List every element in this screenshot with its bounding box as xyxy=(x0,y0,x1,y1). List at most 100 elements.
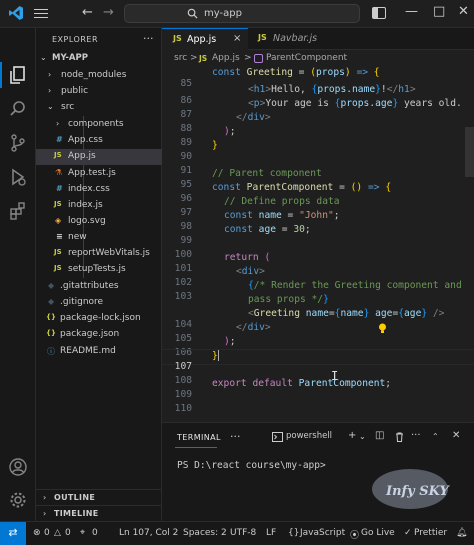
code-editor[interactable]: 85 const Greeting = (props) => { 86 <h1>… xyxy=(162,67,474,422)
run-debug-icon[interactable] xyxy=(8,167,28,187)
close-panel-icon[interactable]: ✕ xyxy=(452,430,460,441)
trash-icon[interactable] xyxy=(395,432,404,442)
tree-item-gitattributes[interactable]: ◆ .gitattributes xyxy=(36,279,162,295)
shell-label[interactable]: powershell xyxy=(286,431,332,441)
chevron-down-icon: ⌄ xyxy=(47,102,54,111)
tree-item-new[interactable]: ≡ new xyxy=(36,230,162,246)
chevron-up-icon[interactable]: ⌃ xyxy=(432,432,439,441)
close-window-icon[interactable]: ✕ xyxy=(458,4,469,19)
breadcrumb-item[interactable]: App.js xyxy=(212,53,240,63)
code-line: const name = "John"; xyxy=(224,210,340,221)
error-icon: ⊗ xyxy=(33,528,41,538)
warning-count[interactable]: 0 xyxy=(65,528,71,538)
chevron-right-icon: › xyxy=(43,493,47,502)
bell-icon[interactable]: 🔔︎ xyxy=(456,528,467,538)
code-line: <div> xyxy=(236,266,265,277)
tab-app-js[interactable]: JS App.js × xyxy=(162,28,248,50)
chevron-right-icon: › xyxy=(48,86,52,95)
tree-item-index-js[interactable]: JS index.js xyxy=(36,198,162,214)
arrow-right-icon[interactable]: → xyxy=(103,5,114,20)
tree-root[interactable]: ⌄ MY-APP xyxy=(36,51,162,67)
tree-item-package-json[interactable]: {} package.json xyxy=(36,327,162,343)
menu-icon[interactable] xyxy=(34,6,48,20)
more-actions-icon[interactable]: ··· xyxy=(411,430,421,441)
tab-navbar-js[interactable]: JS Navbar.js xyxy=(248,28,336,50)
status-bar: ⇄ ⊗ 0 △ 0 ⌖ 0 Ln 107, Col 2 Spaces: 2 UT… xyxy=(0,521,474,545)
tree-item-report-web-vitals[interactable]: JS reportWebVitals.js xyxy=(36,246,162,262)
maximize-icon[interactable]: □ xyxy=(433,4,445,19)
add-terminal-icon[interactable]: + xyxy=(348,430,356,441)
code-row: 110 xyxy=(162,392,474,414)
tree-item-src[interactable]: ⌄ src xyxy=(36,100,162,116)
tree-item-readme[interactable]: ⓘ README.md xyxy=(36,344,162,360)
tree-item-package-lock[interactable]: {} package-lock.json xyxy=(36,311,162,327)
tree-item-label: index.js xyxy=(68,200,103,210)
line-ending[interactable]: LF xyxy=(266,528,276,538)
tree-item-label: components xyxy=(68,119,124,129)
check-icon: ✓ xyxy=(404,528,412,538)
chevron-right-icon: › xyxy=(56,119,60,128)
tree-item-index-css[interactable]: # index.css xyxy=(36,182,162,198)
code-row: 95 // Parent component xyxy=(162,168,474,190)
account-icon[interactable] xyxy=(8,457,28,477)
arrow-left-icon[interactable]: ← xyxy=(82,5,93,20)
tree-item-node-modules[interactable]: › node_modules xyxy=(36,68,162,84)
command-center-search[interactable]: my-app xyxy=(124,4,360,23)
timeline-section[interactable]: › TIMELINE xyxy=(36,505,162,521)
breadcrumb-item[interactable]: src xyxy=(174,53,187,63)
tree-item-label: node_modules xyxy=(61,70,127,80)
close-icon[interactable]: × xyxy=(233,33,241,44)
breadcrumb-item[interactable]: ParentComponent xyxy=(266,53,347,63)
error-count[interactable]: 0 xyxy=(44,528,50,538)
line-number: 110 xyxy=(174,403,192,414)
terminal-prompt[interactable]: PS D:\react course\my-app> xyxy=(177,460,326,471)
split-terminal-icon[interactable]: ◫ xyxy=(375,430,384,441)
tree-item-label: .gitignore xyxy=(60,297,104,307)
code-line: } xyxy=(212,140,218,151)
explorer-title: EXPLORER xyxy=(52,35,98,44)
tree-item-logo-svg[interactable]: ◈ logo.svg xyxy=(36,214,162,230)
tree-item-label: new xyxy=(68,232,87,242)
minimize-icon[interactable]: — xyxy=(405,4,418,19)
lightbulb-icon[interactable] xyxy=(378,323,387,334)
ports-count[interactable]: 0 xyxy=(92,528,98,538)
tree-item-app-js[interactable]: JS App.js xyxy=(36,149,162,165)
sticky-scroll-line: 85 const Greeting = (props) => { xyxy=(162,67,474,89)
editor-scrollbar[interactable] xyxy=(465,127,474,177)
code-row: 87 <p>Your age is {props.age} years old. xyxy=(162,98,474,120)
tree-item-components[interactable]: › components xyxy=(36,117,162,133)
tree-item-gitignore[interactable]: ◆ .gitignore xyxy=(36,295,162,311)
remote-indicator-icon[interactable]: ⇄ xyxy=(0,522,26,545)
tree-item-label: setupTests.js xyxy=(68,264,126,274)
layout-toggle-icon[interactable] xyxy=(372,7,386,19)
gear-icon[interactable] xyxy=(8,490,28,510)
more-actions-icon[interactable]: ··· xyxy=(143,32,154,45)
outline-section[interactable]: › OUTLINE xyxy=(36,489,162,505)
code-line: <Greeting name={name} age={age} /> xyxy=(248,308,445,319)
chevron-down-icon[interactable]: ⌄ xyxy=(359,432,366,441)
tree-item-app-css[interactable]: # App.css xyxy=(36,133,162,149)
explorer-icon[interactable] xyxy=(8,65,28,85)
prettier-button[interactable]: Prettier xyxy=(414,528,447,538)
js-file-icon: JS xyxy=(258,33,267,42)
breadcrumb: src > JS App.js > ParentComponent xyxy=(162,50,474,67)
language-mode[interactable]: JavaScript xyxy=(300,528,345,538)
search-icon[interactable] xyxy=(8,99,28,119)
more-actions-icon[interactable]: ··· xyxy=(230,430,241,443)
tree-item-public[interactable]: › public xyxy=(36,84,162,100)
terminal-tab[interactable]: TERMINAL xyxy=(177,433,221,442)
cursor-position[interactable]: Ln 107, Col 2 xyxy=(119,528,178,538)
indentation[interactable]: Spaces: 2 xyxy=(183,528,227,538)
tree-item-app-test-js[interactable]: ⚗ App.test.js xyxy=(36,166,162,182)
encoding[interactable]: UTF-8 xyxy=(230,528,256,538)
chevron-right-icon: › xyxy=(43,509,47,518)
vscode-logo-icon xyxy=(9,6,23,20)
source-control-icon[interactable] xyxy=(8,133,28,153)
extensions-icon[interactable] xyxy=(8,201,28,221)
tree-item-setup-tests[interactable]: JS setupTests.js xyxy=(36,262,162,278)
search-icon xyxy=(187,8,198,19)
code-row: 105 </div> xyxy=(162,322,474,344)
code-row: 99 const age = 30; xyxy=(162,224,474,246)
go-live-button[interactable]: Go Live xyxy=(361,528,395,538)
activity-bar xyxy=(0,28,36,521)
